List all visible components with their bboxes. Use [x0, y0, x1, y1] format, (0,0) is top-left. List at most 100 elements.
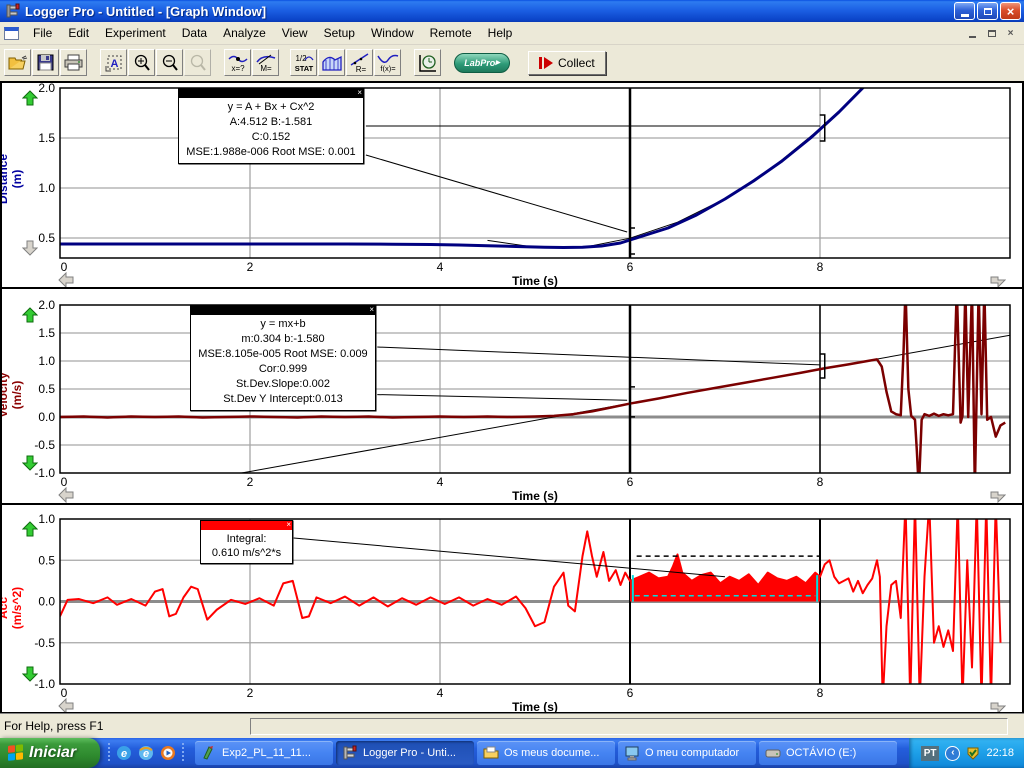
x-axis-label-distance[interactable]: Time (s)	[60, 274, 1010, 287]
linear-fit-button[interactable]: R=	[346, 49, 373, 76]
svg-text:0.5: 0.5	[38, 553, 55, 567]
y-axis-label-acceleration[interactable]: Acc (m/s^2)	[2, 576, 24, 640]
hide-icons-button[interactable]: ‹	[945, 746, 960, 761]
svg-text:0.5: 0.5	[38, 231, 55, 245]
x-axis-scroll-right-arrow[interactable]	[990, 272, 1006, 287]
linear-fit-info-box-velocity[interactable]: × y = mx+b m:0.304 b:-1.580 MSE:8.105e-0…	[190, 305, 376, 411]
x-axis-scroll-right-arrow[interactable]	[990, 487, 1006, 503]
zoom-in-button[interactable]	[128, 49, 155, 76]
svg-text:1.5: 1.5	[38, 131, 55, 145]
fit-equation: y = mx+b	[195, 317, 371, 332]
language-indicator[interactable]: PT	[921, 746, 940, 761]
mdi-close-button[interactable]: ×	[1003, 27, 1018, 40]
menu-analyze[interactable]: Analyze	[215, 23, 274, 43]
svg-text:1.0: 1.0	[38, 512, 55, 526]
task-label: O meu computador	[645, 747, 739, 759]
close-icon[interactable]: ×	[286, 520, 291, 529]
integral-info-box-acceleration[interactable]: × Integral: 0.610 m/s^2*s	[200, 520, 293, 564]
integral-button[interactable]	[318, 49, 345, 76]
y-axis-increase-arrow[interactable]	[22, 307, 38, 328]
collect-button[interactable]: Collect	[528, 51, 606, 75]
print-button[interactable]	[60, 49, 87, 76]
y-axis-decrease-arrow[interactable]	[22, 240, 38, 261]
y-axis-increase-arrow[interactable]	[22, 521, 38, 542]
fit-correlation: Cor:0.999	[195, 362, 371, 377]
drive-icon	[765, 745, 781, 761]
y-axis-label-distance[interactable]: Distance (m)	[2, 147, 24, 211]
tray-shield-icon[interactable]	[966, 746, 980, 760]
statistics-icon: 1/2 STAT	[293, 52, 315, 74]
examine-button[interactable]: x=?	[224, 49, 251, 76]
taskbar-button-my-documents[interactable]: Os meus docume...	[477, 741, 615, 765]
menu-remote[interactable]: Remote	[422, 23, 480, 43]
info-box-titlebar[interactable]: ×	[179, 89, 363, 98]
svg-text:A: A	[110, 58, 118, 70]
plot-acceleration[interactable]: 02468-1.0-0.50.00.51.0	[2, 505, 1022, 712]
menu-data[interactable]: Data	[174, 23, 215, 43]
labpro-button[interactable]: LabPro▸	[454, 53, 510, 73]
start-button[interactable]: Iniciar	[0, 738, 100, 768]
menu-help[interactable]: Help	[480, 23, 521, 43]
svg-text:e: e	[143, 748, 149, 760]
x-axis-scroll-left-arrow[interactable]	[58, 272, 74, 287]
taskbar-button-exp2[interactable]: Exp2_PL_11_11...	[195, 741, 333, 765]
browser-icon[interactable]: e	[138, 745, 154, 761]
info-box-titlebar[interactable]: ×	[201, 521, 292, 530]
plot-distance[interactable]: 024680.51.01.52.0	[2, 83, 1022, 287]
x-axis-label-velocity[interactable]: Time (s)	[60, 489, 1010, 503]
save-button[interactable]	[32, 49, 59, 76]
plot-velocity[interactable]: 02468-1.0-0.50.00.51.01.52.0	[2, 289, 1022, 503]
x-axis-scroll-right-arrow[interactable]	[990, 698, 1006, 712]
internet-explorer-icon[interactable]: e	[116, 745, 132, 761]
menu-edit[interactable]: Edit	[60, 23, 97, 43]
clock-graph-icon	[418, 53, 438, 73]
zoom-out-button[interactable]	[156, 49, 183, 76]
svg-text:0.0: 0.0	[38, 410, 55, 424]
print-icon	[64, 54, 83, 71]
x-axis-scroll-left-arrow[interactable]	[58, 487, 74, 503]
open-folder-icon	[8, 55, 28, 71]
graph-panel-velocity[interactable]: 02468-1.0-0.50.00.51.01.52.0Velocity (m/…	[2, 289, 1022, 503]
menu-window[interactable]: Window	[363, 23, 422, 43]
curve-fit-info-box-distance[interactable]: × y = A + Bx + Cx^2 A:4.512 B:-1.581 C:0…	[178, 88, 364, 164]
data-collection-setup-button[interactable]	[414, 49, 441, 76]
clock[interactable]: 22:18	[986, 747, 1014, 759]
mdi-restore-button[interactable]	[984, 27, 999, 40]
y-axis-decrease-arrow[interactable]	[22, 455, 38, 476]
info-box-titlebar[interactable]: ×	[191, 306, 375, 315]
close-icon[interactable]: ×	[357, 88, 362, 97]
y-axis-decrease-arrow[interactable]	[22, 666, 38, 687]
media-player-icon[interactable]	[160, 745, 176, 761]
restore-button[interactable]	[977, 2, 998, 20]
taskbar-button-my-computer[interactable]: O meu computador	[618, 741, 756, 765]
menu-experiment[interactable]: Experiment	[97, 23, 174, 43]
graph-window-icon[interactable]	[4, 27, 19, 40]
graph-panel-distance[interactable]: 024680.51.01.52.0Distance (m) Time (s)	[2, 83, 1022, 287]
y-axis-increase-arrow[interactable]	[22, 90, 38, 111]
autoscale-button[interactable]: A	[100, 49, 127, 76]
close-icon[interactable]: ×	[369, 305, 374, 314]
mdi-minimize-button[interactable]	[965, 27, 980, 40]
menu-view[interactable]: View	[274, 23, 316, 43]
svg-text:-0.5: -0.5	[34, 438, 55, 452]
status-panel	[250, 718, 1008, 735]
menu-file[interactable]: File	[25, 23, 60, 43]
x-axis-label-acceleration[interactable]: Time (s)	[60, 700, 1010, 712]
taskbar-button-drive-e[interactable]: OCTÁVIO (E:)	[759, 741, 897, 765]
tangent-button[interactable]: M=	[252, 49, 279, 76]
statistics-button[interactable]: 1/2 STAT	[290, 49, 317, 76]
curve-fit-button[interactable]: f(x)=	[374, 49, 401, 76]
x-axis-scroll-left-arrow[interactable]	[58, 698, 74, 712]
close-button[interactable]: ×	[1000, 2, 1021, 20]
fit-stdev-slope: St.Dev.Slope:0.002	[195, 377, 371, 392]
svg-text:e: e	[121, 748, 127, 760]
open-button[interactable]	[4, 49, 31, 76]
svg-text:2: 2	[247, 475, 254, 489]
taskbar-button-logger-pro[interactable]: Logger Pro - Unti...	[336, 741, 474, 765]
y-axis-label-velocity[interactable]: Velocity (m/s)	[2, 363, 24, 427]
graph-panel-acceleration[interactable]: 02468-1.0-0.50.00.51.0Acc (m/s^2)Time (s…	[2, 505, 1022, 712]
logger-pro-icon	[342, 745, 358, 761]
menu-setup[interactable]: Setup	[316, 23, 363, 43]
fit-mse: MSE:1.988e-006 Root MSE: 0.001	[183, 145, 359, 160]
minimize-button[interactable]	[954, 2, 975, 20]
